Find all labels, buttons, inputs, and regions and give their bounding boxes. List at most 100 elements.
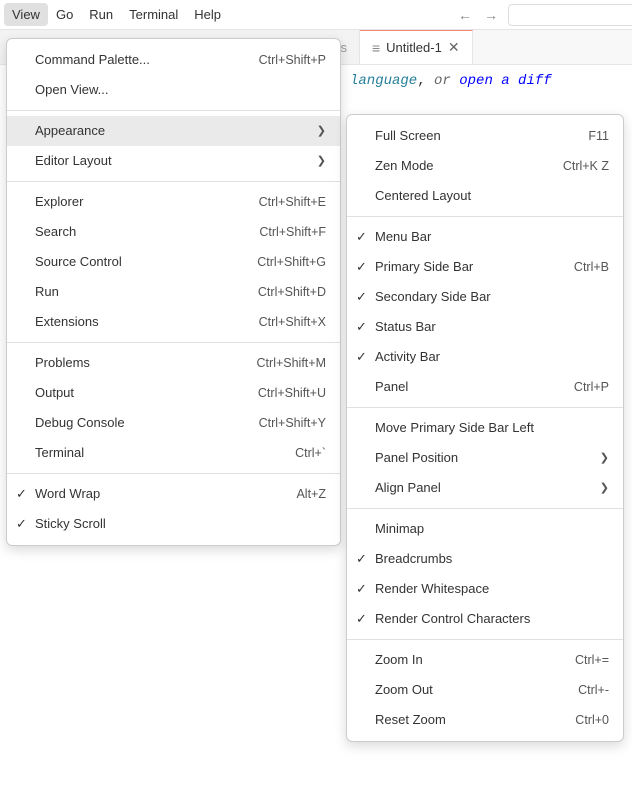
appearance-menu-item[interactable]: Full ScreenF11 bbox=[347, 121, 623, 151]
appearance-menu-item[interactable]: ✓Breadcrumbs bbox=[347, 544, 623, 574]
menu-item-label: Panel Position bbox=[375, 448, 594, 468]
menu-item-shortcut: Ctrl+Shift+D bbox=[258, 282, 326, 302]
menu-item-label: Minimap bbox=[375, 519, 609, 539]
appearance-menu-item[interactable]: Centered Layout bbox=[347, 181, 623, 211]
chevron-right-icon: ❯ bbox=[311, 121, 326, 141]
chevron-right-icon: ❯ bbox=[594, 448, 609, 468]
appearance-menu-item[interactable]: Panel Position❯ bbox=[347, 443, 623, 473]
menubar-item-view[interactable]: View bbox=[4, 3, 48, 26]
menu-item-label: Word Wrap bbox=[35, 484, 296, 504]
menu-item-label: Zen Mode bbox=[375, 156, 563, 176]
appearance-menu-item[interactable]: Align Panel❯ bbox=[347, 473, 623, 503]
view-menu-item[interactable]: Editor Layout❯ bbox=[7, 146, 340, 176]
appearance-menu-item[interactable]: ✓Primary Side BarCtrl+B bbox=[347, 252, 623, 282]
check-icon: ✓ bbox=[356, 227, 367, 247]
menu-item-label: Panel bbox=[375, 377, 574, 397]
menu-item-label: Debug Console bbox=[35, 413, 259, 433]
menubar-item-go[interactable]: Go bbox=[48, 3, 81, 26]
appearance-menu-item[interactable]: ✓Secondary Side Bar bbox=[347, 282, 623, 312]
chevron-right-icon: ❯ bbox=[594, 478, 609, 498]
menu-item-label: Sticky Scroll bbox=[35, 514, 326, 534]
appearance-menu-item[interactable]: Reset ZoomCtrl+0 bbox=[347, 705, 623, 735]
tab-active[interactable]: ≡ Untitled-1 ✕ bbox=[360, 30, 473, 64]
menu-item-label: Terminal bbox=[35, 443, 295, 463]
menu-item-shortcut: Ctrl+Shift+Y bbox=[259, 413, 326, 433]
menu-item-shortcut: Ctrl+- bbox=[578, 680, 609, 700]
check-icon: ✓ bbox=[356, 609, 367, 629]
menubar-item-run[interactable]: Run bbox=[81, 3, 121, 26]
menu-item-shortcut: Ctrl+` bbox=[295, 443, 326, 463]
menu-item-shortcut: Ctrl+Shift+G bbox=[257, 252, 326, 272]
menu-item-label: Search bbox=[35, 222, 259, 242]
appearance-menu-item[interactable]: PanelCtrl+P bbox=[347, 372, 623, 402]
appearance-menu-item[interactable]: Zoom InCtrl+= bbox=[347, 645, 623, 675]
separator bbox=[7, 473, 340, 474]
menu-item-label: Appearance bbox=[35, 121, 311, 141]
menu-item-label: Zoom In bbox=[375, 650, 575, 670]
menu-item-label: Extensions bbox=[35, 312, 259, 332]
check-icon: ✓ bbox=[16, 514, 27, 534]
token-language: language bbox=[350, 73, 417, 89]
menu-item-label: Explorer bbox=[35, 192, 259, 212]
view-menu-item[interactable]: ✓Word WrapAlt+Z bbox=[7, 479, 340, 509]
menu-item-label: Full Screen bbox=[375, 126, 588, 146]
view-menu-item[interactable]: TerminalCtrl+` bbox=[7, 438, 340, 468]
view-menu: Command Palette...Ctrl+Shift+POpen View.… bbox=[6, 38, 341, 546]
menu-item-shortcut: Ctrl+Shift+M bbox=[257, 353, 326, 373]
menu-item-label: Align Panel bbox=[375, 478, 594, 498]
search-input[interactable] bbox=[508, 4, 632, 26]
menu-item-shortcut: Ctrl+Shift+E bbox=[259, 192, 326, 212]
menu-item-label: Problems bbox=[35, 353, 257, 373]
appearance-menu-item[interactable]: ✓Status Bar bbox=[347, 312, 623, 342]
view-menu-item[interactable]: OutputCtrl+Shift+U bbox=[7, 378, 340, 408]
view-menu-item[interactable]: Open View... bbox=[7, 75, 340, 105]
close-icon[interactable]: ✕ bbox=[448, 39, 460, 56]
menu-item-label: Run bbox=[35, 282, 258, 302]
menu-item-label: Centered Layout bbox=[375, 186, 609, 206]
appearance-menu-item[interactable]: ✓ Activity Bar bbox=[347, 342, 623, 372]
menubar-item-help[interactable]: Help bbox=[186, 3, 229, 26]
separator bbox=[347, 508, 623, 509]
file-icon: ≡ bbox=[372, 40, 380, 56]
menu-item-shortcut: Ctrl+= bbox=[575, 650, 609, 670]
menu-item-label: Render Whitespace bbox=[375, 579, 609, 599]
view-menu-item[interactable]: ProblemsCtrl+Shift+M bbox=[7, 348, 340, 378]
appearance-menu-item[interactable]: ✓ Menu Bar bbox=[347, 222, 623, 252]
menu-item-shortcut: Ctrl+Shift+P bbox=[259, 50, 326, 70]
menu-item-label: Activity Bar bbox=[375, 347, 609, 367]
check-icon: ✓ bbox=[356, 347, 367, 367]
nav-forward-icon[interactable]: → bbox=[484, 7, 498, 23]
separator bbox=[347, 407, 623, 408]
menubar-item-terminal[interactable]: Terminal bbox=[121, 3, 186, 26]
view-menu-item[interactable]: Appearance❯ bbox=[7, 116, 340, 146]
appearance-menu-item[interactable]: Zen ModeCtrl+K Z bbox=[347, 151, 623, 181]
menu-item-shortcut: Ctrl+K Z bbox=[563, 156, 609, 176]
separator bbox=[7, 110, 340, 111]
menu-item-label: Menu Bar bbox=[375, 227, 609, 247]
menu-item-label: Reset Zoom bbox=[375, 710, 575, 730]
tab-active-label: Untitled-1 bbox=[386, 40, 442, 55]
menu-item-label: Secondary Side Bar bbox=[375, 287, 609, 307]
menu-item-shortcut: Ctrl+B bbox=[574, 257, 609, 277]
appearance-menu-item[interactable]: Zoom OutCtrl+- bbox=[347, 675, 623, 705]
view-menu-item[interactable]: SearchCtrl+Shift+F bbox=[7, 217, 340, 247]
appearance-menu-item[interactable]: ✓ Render Whitespace bbox=[347, 574, 623, 604]
view-menu-item[interactable]: ExplorerCtrl+Shift+E bbox=[7, 187, 340, 217]
check-icon: ✓ bbox=[356, 579, 367, 599]
menu-item-shortcut: Ctrl+Shift+F bbox=[259, 222, 326, 242]
appearance-menu-item[interactable]: Move Primary Side Bar Left bbox=[347, 413, 623, 443]
view-menu-item[interactable]: ✓ Sticky Scroll bbox=[7, 509, 340, 539]
separator bbox=[7, 181, 340, 182]
view-menu-item[interactable]: Command Palette...Ctrl+Shift+P bbox=[7, 45, 340, 75]
view-menu-item[interactable]: ExtensionsCtrl+Shift+X bbox=[7, 307, 340, 337]
view-menu-item[interactable]: Source ControlCtrl+Shift+G bbox=[7, 247, 340, 277]
menu-item-shortcut: Ctrl+P bbox=[574, 377, 609, 397]
nav-back-icon[interactable]: ← bbox=[458, 7, 472, 23]
token-or: or bbox=[434, 73, 451, 89]
menu-item-label: Render Control Characters bbox=[375, 609, 609, 629]
view-menu-item[interactable]: RunCtrl+Shift+D bbox=[7, 277, 340, 307]
appearance-menu-item[interactable]: ✓ Render Control Characters bbox=[347, 604, 623, 634]
appearance-menu-item[interactable]: Minimap bbox=[347, 514, 623, 544]
view-menu-item[interactable]: Debug ConsoleCtrl+Shift+Y bbox=[7, 408, 340, 438]
check-icon: ✓ bbox=[16, 484, 27, 504]
